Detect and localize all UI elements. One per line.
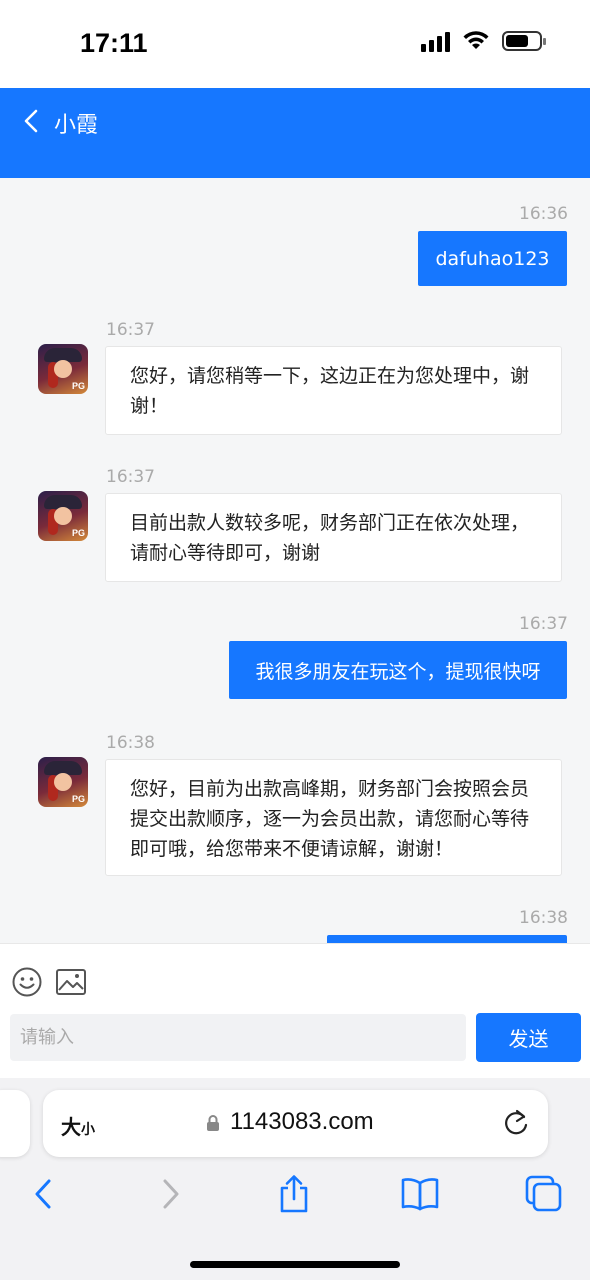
agent-avatar: PG	[38, 344, 88, 394]
message-input[interactable]	[10, 1014, 466, 1061]
agent-avatar: PG	[38, 491, 88, 541]
reload-icon[interactable]	[502, 1108, 530, 1138]
text-size-button[interactable]: 大小	[61, 1111, 95, 1140]
outgoing-message: 我很多朋友在玩这个，提现很快呀	[229, 641, 567, 699]
lock-icon	[207, 1115, 219, 1131]
message-time: 16:38	[519, 908, 568, 928]
tabs-icon	[525, 1175, 562, 1212]
incoming-message: 您好，请您稍等一下，这边正在为您处理中，谢谢！	[105, 346, 562, 435]
avatar-badge: PG	[71, 528, 85, 538]
url-text: 1143083.com	[230, 1108, 374, 1135]
send-button[interactable]: 发送	[476, 1013, 581, 1062]
status-time: 17:11	[80, 28, 148, 58]
address-bar[interactable]: 大小 1143083.com	[43, 1090, 548, 1157]
chevron-right-icon	[163, 1179, 179, 1209]
book-icon	[401, 1178, 439, 1211]
message-time: 16:36	[519, 204, 568, 224]
home-indicator	[190, 1261, 400, 1268]
previous-tab[interactable]	[0, 1090, 30, 1157]
browser-toolbar: 大小 1143083.com	[0, 1078, 590, 1280]
chevron-left-icon	[35, 1179, 51, 1209]
browser-forward-button[interactable]	[151, 1174, 191, 1214]
agent-avatar: PG	[38, 757, 88, 807]
message-time: 16:37	[106, 467, 155, 487]
battery-icon	[502, 31, 546, 51]
message-time: 16:37	[106, 320, 155, 340]
message-composer: 发送	[0, 943, 590, 1078]
smiley-icon[interactable]	[11, 966, 43, 998]
text-size-small: 小	[81, 1122, 95, 1138]
incoming-message: 您好，目前为出款高峰期，财务部门会按照会员提交出款顺序，逐一为会员出款，请您耐心…	[105, 759, 562, 876]
browser-back-button[interactable]	[23, 1174, 63, 1214]
status-bar: 17:11	[0, 0, 590, 88]
avatar-badge: PG	[71, 794, 85, 804]
wifi-icon	[463, 31, 489, 49]
avatar-badge: PG	[71, 381, 85, 391]
share-button[interactable]	[274, 1174, 314, 1214]
text-size-big: 大	[61, 1115, 81, 1139]
share-icon	[280, 1175, 308, 1213]
image-icon[interactable]	[55, 966, 87, 998]
outgoing-message	[327, 935, 567, 943]
outgoing-message: dafuhao123	[418, 231, 567, 286]
message-time: 16:38	[106, 733, 155, 753]
tabs-button[interactable]	[524, 1174, 564, 1214]
incoming-message: 目前出款人数较多呢，财务部门正在依次处理，请耐心等待即可，谢谢	[105, 493, 562, 582]
chevron-left-icon	[24, 109, 38, 133]
chat-contact-name: 小霞	[54, 113, 99, 138]
status-icons	[421, 30, 546, 52]
cellular-signal-icon	[421, 30, 450, 52]
chat-messages: 16:36 dafuhao123 PG 16:37 您好，请您稍等一下，这边正在…	[0, 178, 590, 943]
message-time: 16:37	[519, 614, 568, 634]
back-button[interactable]	[16, 106, 46, 136]
bookmarks-button[interactable]	[400, 1174, 440, 1214]
chat-header: 小霞	[0, 88, 590, 178]
